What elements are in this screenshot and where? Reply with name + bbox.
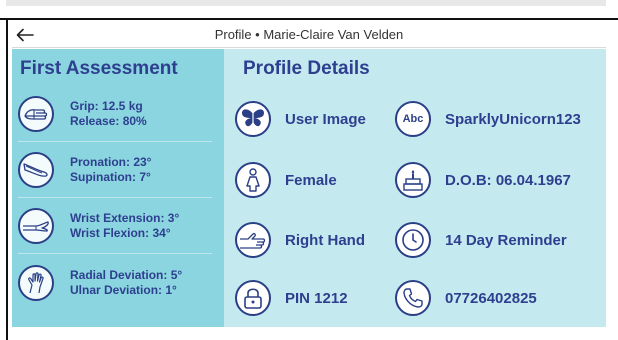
wrist-extension-icon [18,208,54,244]
window-frame-strip [6,0,606,6]
birthday-cake-icon [395,162,431,198]
username-item[interactable]: Abc SparklyUnicorn123 [395,99,581,139]
hand-label: Right Hand [285,231,365,249]
phone-label: 07726402825 [445,289,537,307]
supination-value: Supination: 7° [70,170,151,184]
phone-icon [395,280,431,316]
reminder-item[interactable]: 14 Day Reminder [395,220,567,260]
dob-label: D.O.B: 06.04.1967 [445,171,571,189]
hand-icon [235,222,271,258]
person-female-icon [235,162,271,198]
clock-icon [395,222,431,258]
grip-value: Grip: 12.5 kg [70,99,143,113]
user-image-label: User Image [285,110,366,128]
profile-details-title: Profile Details [243,58,370,79]
ulnar-deviation-value: Ulnar Deviation: 1° [70,282,177,297]
first-assessment-title: First Assessment [20,58,178,79]
assessment-row-rotation: Pronation: 23° Supination: 7° [18,143,212,198]
first-assessment-panel: First Assessment Grip: 12.5 kg Release: … [12,49,224,327]
dob-item[interactable]: D.O.B: 06.04.1967 [395,160,571,200]
wrist-flexion-value: Wrist Flexion: 34° [70,226,171,240]
pronation-value: Pronation: 23° [70,155,152,169]
wrist-extension-value: Wrist Extension: 3° [70,211,180,225]
gender-item[interactable]: Female [235,160,337,200]
radial-deviation-value: Radial Deviation: 5° [70,267,183,282]
profile-screen: Profile • Marie-Claire Van Velden First … [12,22,606,340]
lock-icon [235,280,271,316]
assessment-row-deviation: Radial Deviation: 5° Ulnar Deviation: 1° [18,255,212,310]
header-bar: Profile • Marie-Claire Van Velden [12,22,606,48]
back-button[interactable] [12,23,38,47]
window-frame-left-border [6,20,8,340]
grip-hand-icon [18,96,54,132]
release-value: Release: 80% [70,114,147,128]
page-title: Profile • Marie-Claire Van Velden [214,27,404,42]
username-label: SparklyUnicorn123 [445,110,581,128]
profile-details-panel: Profile Details User Image Abc SparklyUn… [224,49,606,327]
pin-item[interactable]: PIN 1212 [235,278,348,318]
butterfly-icon [235,101,271,137]
abc-icon: Abc [395,101,431,137]
assessment-row-grip: Grip: 12.5 kg Release: 80% [18,87,212,142]
user-image-item[interactable]: User Image [235,99,366,139]
window-frame-top [0,0,618,22]
assessment-row-extension: Wrist Extension: 3° Wrist Flexion: 34° [18,199,212,254]
gender-label: Female [285,171,337,189]
window-frame-border [0,18,618,20]
phone-item[interactable]: 07726402825 [395,278,537,318]
forearm-rotation-icon [18,152,54,188]
pin-label: PIN 1212 [285,289,348,307]
hand-item[interactable]: Right Hand [235,220,365,260]
wrist-deviation-icon [18,264,54,301]
reminder-label: 14 Day Reminder [445,231,567,249]
arrow-left-icon [16,28,34,42]
